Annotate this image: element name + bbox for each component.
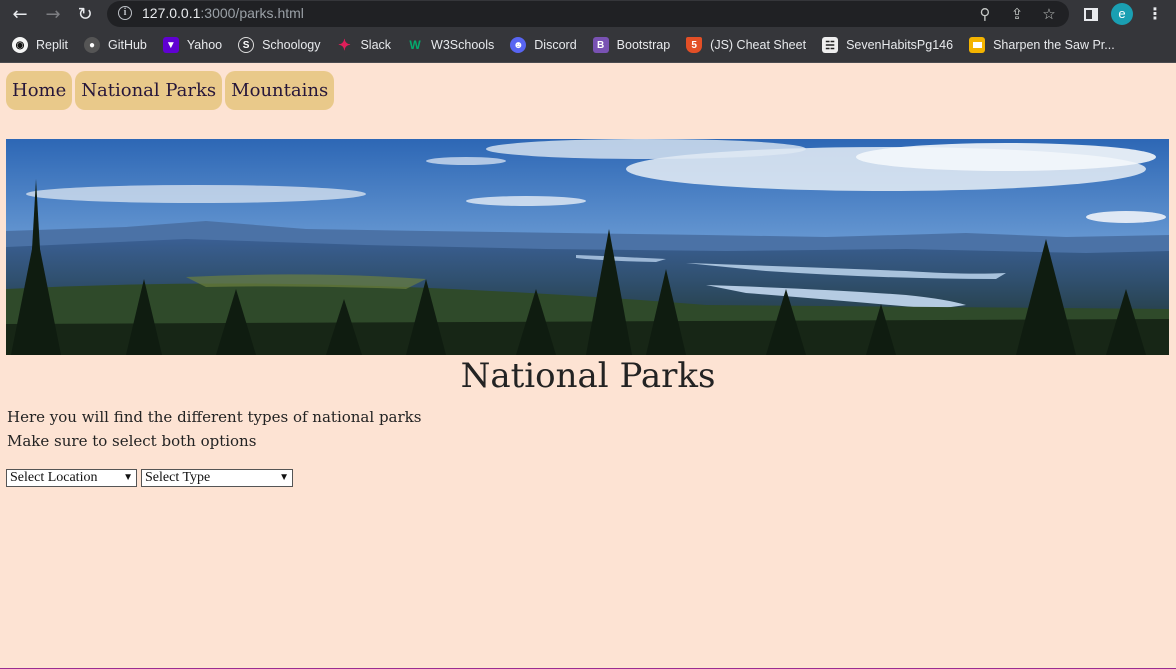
github-icon: ●: [83, 37, 100, 53]
page-title: National Parks: [460, 356, 716, 396]
profile-avatar[interactable]: e: [1111, 2, 1133, 26]
bookmark-discord[interactable]: ☻ Discord: [510, 37, 577, 53]
bookmark-label: GitHub: [107, 38, 147, 52]
schoology-icon: S: [238, 37, 255, 53]
nav-mountains-button[interactable]: Mountains: [225, 71, 335, 110]
library-icon: ☵: [822, 37, 839, 53]
bookmark-w3schools[interactable]: W W3Schools: [407, 37, 494, 53]
share-icon[interactable]: ⇪: [1006, 4, 1028, 24]
type-select[interactable]: Select Type ▼: [141, 469, 293, 487]
banner-image: [6, 139, 1169, 355]
bookmark-replit[interactable]: ◉ Replit: [12, 37, 68, 53]
bookmark-github[interactable]: ● GitHub: [83, 37, 147, 53]
bookmark-label: Sharpen the Saw Pr...: [993, 38, 1115, 52]
bookmark-yahoo[interactable]: ▼ Yahoo: [162, 37, 223, 53]
site-nav: Home National Parks Mountains: [6, 71, 335, 110]
intro-text: Here you will find the different types o…: [7, 408, 422, 426]
side-panel-icon[interactable]: [1082, 2, 1100, 26]
yahoo-icon: ▼: [162, 37, 179, 53]
bookmark-sevenhabits[interactable]: ☵ SevenHabitsPg146: [822, 37, 953, 53]
bookmark-label: Replit: [36, 38, 68, 52]
chevron-down-icon: ▼: [279, 472, 289, 483]
back-arrow-icon[interactable]: ←: [7, 1, 33, 27]
instruction-text: Make sure to select both options: [7, 432, 257, 450]
bookmark-label: Discord: [534, 38, 577, 52]
location-select[interactable]: Select Location ▼: [6, 469, 137, 487]
zoom-icon[interactable]: ⚲: [974, 4, 996, 24]
bookmark-label: Slack: [360, 38, 392, 52]
reload-icon[interactable]: ↻: [72, 1, 98, 27]
url-text[interactable]: 127.0.0.1:3000/parks.html: [142, 5, 304, 21]
menu-kebab-icon[interactable]: ⋮: [1147, 2, 1163, 26]
url-host: 127.0.0.1: [142, 5, 201, 21]
bookmark-label: Bootstrap: [616, 38, 671, 52]
nav-national-parks-button[interactable]: National Parks: [75, 71, 223, 110]
chevron-down-icon: ▼: [123, 472, 133, 483]
bookmarks-bar: ◉ Replit ● GitHub ▼ Yahoo S Schoology ✦ …: [0, 28, 1176, 63]
location-select-value: Select Location: [10, 470, 98, 485]
bookmark-bootstrap[interactable]: B Bootstrap: [592, 37, 671, 53]
html5-icon: 5: [686, 37, 703, 53]
browser-toolbar: ← → ↻ i 127.0.0.1:3000/parks.html ⚲ ⇪ ☆ …: [0, 0, 1176, 28]
bookmark-schoology[interactable]: S Schoology: [238, 37, 320, 53]
w3schools-icon: W: [409, 38, 421, 52]
bookmark-label: Schoology: [262, 38, 321, 52]
bootstrap-icon: B: [592, 37, 609, 53]
bookmark-js-cheat-sheet[interactable]: 5 (JS) Cheat Sheet: [686, 37, 806, 53]
type-select-value: Select Type: [145, 470, 211, 485]
bookmark-slack[interactable]: ✦ Slack: [336, 37, 392, 54]
mountain-landscape-picture: [6, 139, 1169, 355]
replit-icon: ◉: [12, 37, 28, 53]
bookmark-label: Yahoo: [186, 38, 223, 52]
forward-arrow-icon[interactable]: →: [40, 1, 66, 27]
address-bar[interactable]: i 127.0.0.1:3000/parks.html ⚲ ⇪ ☆: [107, 1, 1069, 27]
nav-home-button[interactable]: Home: [6, 71, 73, 110]
bookmark-label: (JS) Cheat Sheet: [710, 38, 807, 52]
bookmark-label: SevenHabitsPg146: [846, 38, 954, 52]
site-info-icon[interactable]: i: [118, 6, 132, 20]
bookmark-star-icon[interactable]: ☆: [1038, 4, 1060, 24]
slack-icon: ✦: [338, 37, 351, 54]
discord-icon: ☻: [510, 37, 527, 53]
slides-icon: [969, 37, 986, 53]
bookmark-sharpen-the-saw[interactable]: Sharpen the Saw Pr...: [969, 37, 1115, 53]
url-path: :3000/parks.html: [200, 5, 304, 21]
bookmark-label: W3Schools: [431, 38, 495, 52]
page-content: Home National Parks Mountains National P…: [0, 64, 1176, 669]
